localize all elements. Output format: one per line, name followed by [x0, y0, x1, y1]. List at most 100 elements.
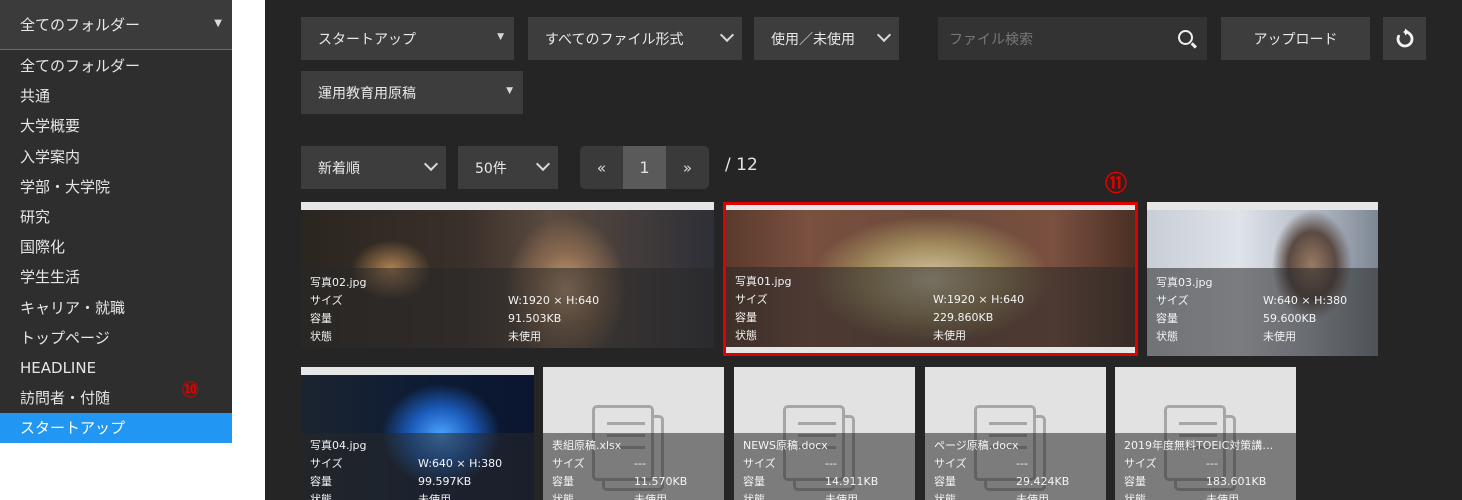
sort-order-label: 新着順 — [318, 160, 360, 177]
folder-item-career[interactable]: キャリア・就職 — [0, 293, 232, 323]
folder-item-about[interactable]: 大学概要 — [0, 111, 232, 141]
per-page-dropdown[interactable]: 50件 — [458, 146, 558, 189]
upload-button[interactable]: アップロード — [1221, 17, 1370, 60]
prev-page-button[interactable]: « — [580, 146, 623, 189]
size-value: --- — [1016, 457, 1028, 470]
size-value: W:1920 × H:640 — [508, 294, 600, 307]
folder-sidebar: 全てのフォルダー ▼ 全てのフォルダー 共通 大学概要 入学案内 学部・大学院 … — [0, 0, 232, 444]
folder-filter-label: スタートアップ — [318, 31, 416, 48]
caret-down-icon: ▼ — [506, 86, 513, 96]
file-meta: NEWS原稿.docx サイズ --- 容量 14.911KB 状態 未使用 — [734, 433, 915, 500]
folder-item-startup[interactable]: スタートアップ — [0, 413, 232, 444]
status-value: 未使用 — [933, 329, 966, 342]
size-value: --- — [825, 457, 837, 470]
file-name: 2019年度無料TOEIC対策講… — [1124, 439, 1274, 452]
capacity-value: 14.911KB — [825, 475, 879, 488]
caret-down-icon: ▼ — [214, 18, 222, 29]
status-value: 未使用 — [634, 493, 667, 500]
folder-item-faculty[interactable]: 学部・大学院 — [0, 172, 232, 202]
status-label: 状態 — [1156, 330, 1178, 343]
size-label: サイズ — [735, 293, 768, 306]
capacity-value: 229.860KB — [933, 311, 994, 324]
file-manager-panel: スタートアップ ▼ すべてのファイル形式 使用／未使用 ファイル検索 アップロー… — [265, 0, 1462, 500]
file-card[interactable]: 写真03.jpg サイズ W:640 × H:380 容量 59.600KB 状態 未… — [1147, 202, 1378, 356]
status-label: 状態 — [934, 493, 956, 500]
folder-item-top-page[interactable]: トップページ — [0, 323, 232, 353]
size-label: サイズ — [1124, 457, 1157, 470]
status-value: 未使用 — [418, 493, 451, 500]
folder-item-research[interactable]: 研究 — [0, 202, 232, 232]
next-page-button[interactable]: » — [666, 146, 709, 189]
size-value: --- — [1206, 457, 1218, 470]
size-label: サイズ — [934, 457, 967, 470]
file-name: ページ原稿.docx — [934, 439, 1019, 452]
folder-item-common[interactable]: 共通 — [0, 81, 232, 111]
status-value: 未使用 — [825, 493, 858, 500]
total-pages: / 12 — [725, 155, 758, 175]
file-name: 写真03.jpg — [1156, 276, 1213, 289]
file-type-label: すべてのファイル形式 — [545, 31, 684, 48]
chevron-down-icon — [535, 156, 551, 172]
usage-label: 使用／未使用 — [771, 31, 855, 48]
per-page-label: 50件 — [475, 160, 507, 177]
file-card-selected[interactable]: 写真01.jpg サイズ W:1920 × H:640 容量 229.860KB 状… — [723, 202, 1138, 356]
capacity-value: 29.424KB — [1016, 475, 1070, 488]
file-meta: 写真01.jpg サイズ W:1920 × H:640 容量 229.860KB 状… — [726, 267, 1135, 347]
folder-item-all[interactable]: 全てのフォルダー — [0, 51, 232, 81]
capacity-value: 11.570KB — [634, 475, 688, 488]
size-value: W:640 × H:380 — [418, 457, 503, 470]
folder-item-international[interactable]: 国際化 — [0, 232, 232, 262]
capacity-value: 183.601KB — [1206, 475, 1267, 488]
status-label: 状態 — [310, 493, 332, 500]
capacity-label: 容量 — [310, 475, 332, 488]
capacity-value: 99.597KB — [418, 475, 472, 488]
capacity-value: 59.600KB — [1263, 312, 1317, 325]
folder-select-label: 全てのフォルダー — [20, 16, 141, 34]
folder-select[interactable]: 全てのフォルダー ▼ — [0, 0, 232, 50]
subfolder-dropdown[interactable]: 運用教育用原稿 ▼ — [301, 71, 523, 114]
file-meta: 写真02.jpg サイズ W:1920 × H:640 容量 91.503KB 状態… — [301, 268, 714, 348]
file-card[interactable]: NEWS原稿.docx サイズ --- 容量 14.911KB 状態 未使用 — [734, 367, 915, 500]
usage-dropdown[interactable]: 使用／未使用 — [754, 17, 899, 60]
capacity-label: 容量 — [743, 475, 765, 488]
capacity-label: 容量 — [735, 311, 757, 324]
file-card[interactable]: 写真04.jpg サイズ W:640 × H:380 容量 99.597KB 状態 未… — [301, 367, 534, 500]
file-card[interactable]: 表組原稿.xlsx サイズ --- 容量 11.570KB 状態 未使用 — [543, 367, 724, 500]
file-meta: 写真03.jpg サイズ W:640 × H:380 容量 59.600KB 状態 未… — [1147, 268, 1378, 356]
file-search-input[interactable]: ファイル検索 — [938, 17, 1207, 60]
sort-order-dropdown[interactable]: 新着順 — [301, 146, 446, 189]
search-placeholder: ファイル検索 — [949, 31, 1033, 48]
status-label: 状態 — [552, 493, 574, 500]
file-card[interactable]: 2019年度無料TOEIC対策講… サイズ --- 容量 183.601KB 状態 未… — [1115, 367, 1296, 500]
file-name: 写真01.jpg — [735, 275, 792, 288]
chevron-down-icon — [719, 27, 735, 43]
file-type-dropdown[interactable]: すべてのファイル形式 — [528, 17, 742, 60]
folder-item-admission[interactable]: 入学案内 — [0, 142, 232, 172]
size-value: --- — [634, 457, 646, 470]
capacity-label: 容量 — [310, 312, 332, 325]
folder-item-student-life[interactable]: 学生生活 — [0, 262, 232, 292]
file-meta: 表組原稿.xlsx サイズ --- 容量 11.570KB 状態 未使用 — [543, 433, 724, 500]
status-label: 状態 — [735, 329, 757, 342]
status-value: 未使用 — [1263, 330, 1296, 343]
capacity-label: 容量 — [552, 475, 574, 488]
file-card[interactable]: 写真02.jpg サイズ W:1920 × H:640 容量 91.503KB 状態… — [301, 202, 714, 348]
pagination: « 1 » — [580, 146, 709, 189]
file-meta: 2019年度無料TOEIC対策講… サイズ --- 容量 183.601KB 状態 未… — [1115, 433, 1296, 500]
refresh-button[interactable] — [1383, 17, 1426, 60]
size-label: サイズ — [310, 294, 343, 307]
capacity-value: 91.503KB — [508, 312, 562, 325]
capacity-label: 容量 — [934, 475, 956, 488]
file-card[interactable]: ページ原稿.docx サイズ --- 容量 29.424KB 状態 未使用 — [925, 367, 1106, 500]
current-page[interactable]: 1 — [623, 146, 666, 189]
size-value: W:1920 × H:640 — [933, 293, 1025, 306]
size-value: W:640 × H:380 — [1263, 294, 1348, 307]
status-label: 状態 — [1124, 493, 1146, 500]
capacity-label: 容量 — [1124, 475, 1146, 488]
folder-filter-dropdown[interactable]: スタートアップ ▼ — [301, 17, 514, 60]
size-label: サイズ — [310, 457, 343, 470]
refresh-icon — [1396, 28, 1413, 47]
search-icon[interactable] — [1178, 30, 1193, 45]
chevron-down-icon — [876, 27, 892, 43]
status-value: 未使用 — [508, 330, 541, 343]
